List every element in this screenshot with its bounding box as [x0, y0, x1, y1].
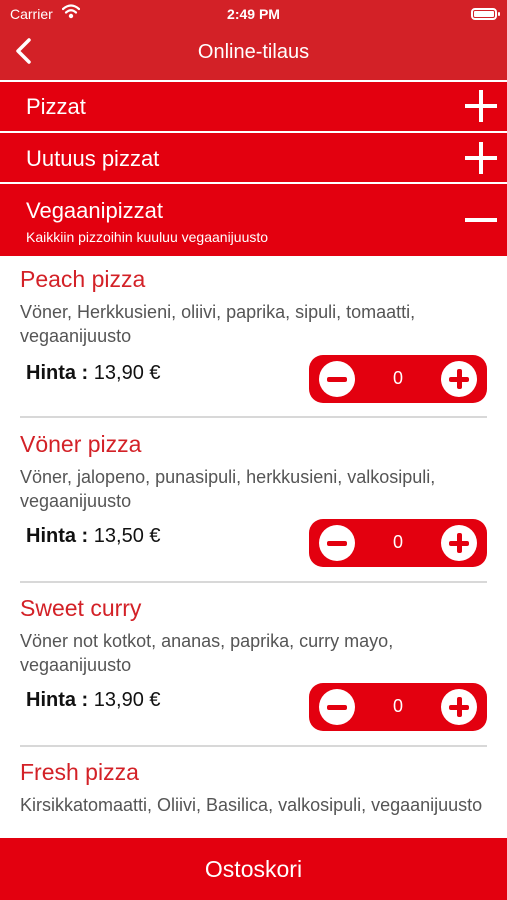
- item-description: Vöner, jalopeno, punasipuli, herkkusieni…: [20, 467, 436, 511]
- menu-item: Fresh pizza Kirsikkatomaatti, Oliivi, Ba…: [20, 759, 487, 839]
- category-subtitle: Kaikkiin pizzoihin kuuluu vegaanijuusto: [26, 229, 269, 245]
- price-label: Hinta :: [26, 525, 89, 547]
- category-label: Pizzat: [26, 94, 86, 119]
- item-name: Fresh pizza: [20, 759, 139, 785]
- battery-icon: [471, 8, 500, 20]
- plus-icon-vertical: [457, 533, 462, 553]
- divider: [20, 416, 487, 418]
- status-bar: Carrier 2:49 PM: [0, 4, 507, 24]
- nav-header: Carrier 2:49 PM Online-tilaus: [0, 0, 507, 80]
- menu-item: Vöner pizza Vöner, jalopeno, punasipuli,…: [20, 431, 487, 581]
- category-uutuus-pizzat[interactable]: Uutuus pizzat: [0, 133, 507, 182]
- plus-icon-vertical: [457, 369, 462, 389]
- quantity-stepper: 0: [309, 683, 487, 731]
- price-value: 13,50 €: [93, 525, 161, 547]
- category-label: Vegaanipizzat: [26, 198, 163, 223]
- plus-icon-vertical: [457, 697, 462, 717]
- price-label: Hinta :: [26, 689, 89, 711]
- plus-button[interactable]: [441, 525, 477, 561]
- item-name: Sweet curry: [20, 595, 142, 621]
- menu-item: Peach pizza Vöner, Herkkusieni, oliivi, …: [20, 266, 487, 416]
- clock-time: 2:49 PM: [227, 6, 280, 22]
- price-label: Hinta :: [26, 362, 89, 384]
- item-name: Peach pizza: [20, 266, 146, 292]
- item-price: Hinta : 13,90 €: [26, 689, 161, 712]
- category-pizzat[interactable]: Pizzat: [0, 82, 507, 131]
- page-title: Online-tilaus: [197, 41, 310, 63]
- minus-icon[interactable]: [465, 204, 497, 236]
- item-description: Vöner, Herkkusieni, oliivi, paprika, sip…: [20, 302, 416, 346]
- item-price: Hinta : 13,50 €: [26, 525, 161, 548]
- item-description: Kirsikkatomaatti, Oliivi, Basilica, valk…: [20, 795, 483, 815]
- divider: [20, 745, 487, 747]
- divider: [20, 581, 487, 583]
- menu-item: Sweet curry Vöner not kotkot, ananas, pa…: [20, 595, 487, 745]
- category-vegaanipizzat[interactable]: Vegaanipizzat Kaikkiin pizzoihin kuuluu …: [0, 184, 507, 256]
- item-price: Hinta : 13,90 €: [26, 362, 161, 385]
- quantity-stepper: 0: [309, 355, 487, 403]
- item-description: Vöner not kotkot, ananas, paprika, curry…: [20, 631, 394, 675]
- price-value: 13,90 €: [93, 689, 161, 711]
- cart-button[interactable]: Ostoskori: [0, 838, 507, 900]
- plus-icon[interactable]: [465, 142, 497, 174]
- quantity-stepper: 0: [309, 519, 487, 567]
- plus-icon[interactable]: [465, 90, 497, 122]
- plus-button[interactable]: [441, 361, 477, 397]
- category-label: Uutuus pizzat: [26, 146, 160, 171]
- price-value: 13,90 €: [93, 362, 161, 384]
- item-name: Vöner pizza: [20, 431, 142, 457]
- plus-button[interactable]: [441, 689, 477, 725]
